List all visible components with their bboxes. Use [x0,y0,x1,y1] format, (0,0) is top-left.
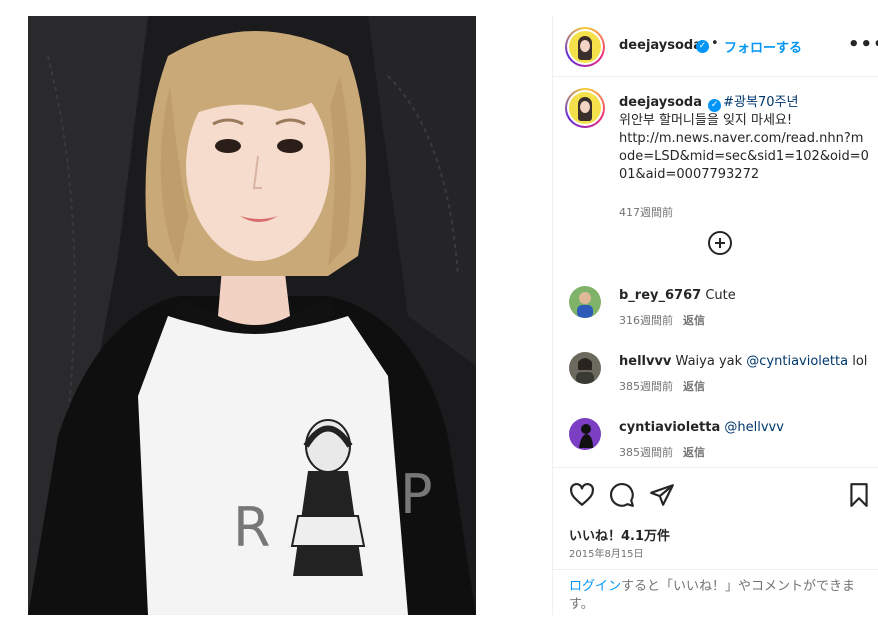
caption-avatar[interactable] [565,88,605,128]
heart-icon[interactable] [569,482,595,508]
caption-verified-badge-icon: ✓ [708,99,722,112]
caption-timestamp[interactable]: 417週間前 [619,204,673,220]
post-side-panel: deejaysoda ✓ • フォローする ••• deejaysoda ✓#광… [552,16,878,615]
login-link[interactable]: ログイン [569,579,621,594]
comment-mention[interactable]: @hellvvv [724,420,784,435]
likes-count[interactable]: いいね！4.1万件 [569,525,670,544]
post-actions: いいね！4.1万件 2015年8月15日 ログインすると「いいね！」やコメントが… [553,467,878,617]
comment-avatar[interactable] [569,352,601,384]
reply-button[interactable]: 返信 [683,314,705,327]
author-avatar-image [569,31,601,63]
post-photo-image: R P [28,16,476,615]
caption-avatar-image [569,92,601,124]
reply-button[interactable]: 返信 [683,446,705,459]
post-date[interactable]: 2015年8月15日 [569,545,644,560]
caption-username[interactable]: deejaysoda [619,95,702,110]
comment-suffix: lol [852,354,868,369]
share-icon[interactable] [649,482,675,508]
comment-body: Waiya yak [675,354,743,369]
caption-link: http://m.news.naver.com/read.nhn?mode=LS… [619,131,869,182]
comment-username[interactable]: hellvvv [619,354,671,369]
shirt-letter-p: P [400,463,433,526]
comment-text: cyntiavioletta @hellvvv [619,420,784,435]
reply-button[interactable]: 返信 [683,380,705,393]
comment-body: Cute [705,288,736,303]
shirt-letter-r: R [233,496,271,559]
comment-username[interactable]: b_rey_6767 [619,288,701,303]
post-photo[interactable]: R P [28,16,476,615]
comment-avatar[interactable] [569,418,601,450]
author-avatar[interactable] [565,27,605,67]
verified-badge-icon: ✓ [696,40,709,53]
photo-right-margin [476,16,552,615]
comment-mention[interactable]: @cyntiavioletta [746,354,848,369]
author-username[interactable]: deejaysoda [619,38,702,53]
left-margin [0,0,28,631]
comment-text: b_rey_6767 Cute [619,288,736,303]
more-options-icon[interactable]: ••• [848,34,878,55]
bookmark-icon[interactable] [846,482,872,508]
comment-avatar[interactable] [569,286,601,318]
load-more-comments-plus-circle-icon[interactable] [708,231,732,255]
comment-text: hellvvv Waiya yak @cyntiavioletta lol [619,354,867,369]
caption-hashtag[interactable]: #광복70주년 [723,95,798,110]
instagram-post-page: R P deejaysoda ✓ • フォローする ••• deejaysoda… [0,0,878,631]
comment-meta: 385週間前 返信 [619,378,705,394]
comment-meta: 385週間前 返信 [619,444,705,460]
comment-meta: 316週間前 返信 [619,312,705,328]
comment-icon[interactable] [609,482,635,508]
comment-username[interactable]: cyntiavioletta [619,420,720,435]
follow-button[interactable]: フォローする [724,37,802,56]
header-separator: • [711,36,719,51]
post-header: deejaysoda ✓ • フォローする ••• [553,16,878,77]
comment-time[interactable]: 385週間前 [619,446,673,459]
comment-item: hellvvv Waiya yak @cyntiavioletta lol 38… [553,352,878,412]
caption-text: deejaysoda ✓ #광복70주년 위안부 할머니들을 잊지 마세요! ht… [619,94,869,184]
comment-time[interactable]: 316週間前 [619,314,673,327]
comment-item: b_rey_6767 Cute 316週間前 返信 [553,286,878,346]
comment-time[interactable]: 385週間前 [619,380,673,393]
login-prompt: ログインすると「いいね！」やコメントができます。 [553,569,878,619]
caption-line: 위안부 할머니들을 잊지 마세요! [619,113,793,128]
